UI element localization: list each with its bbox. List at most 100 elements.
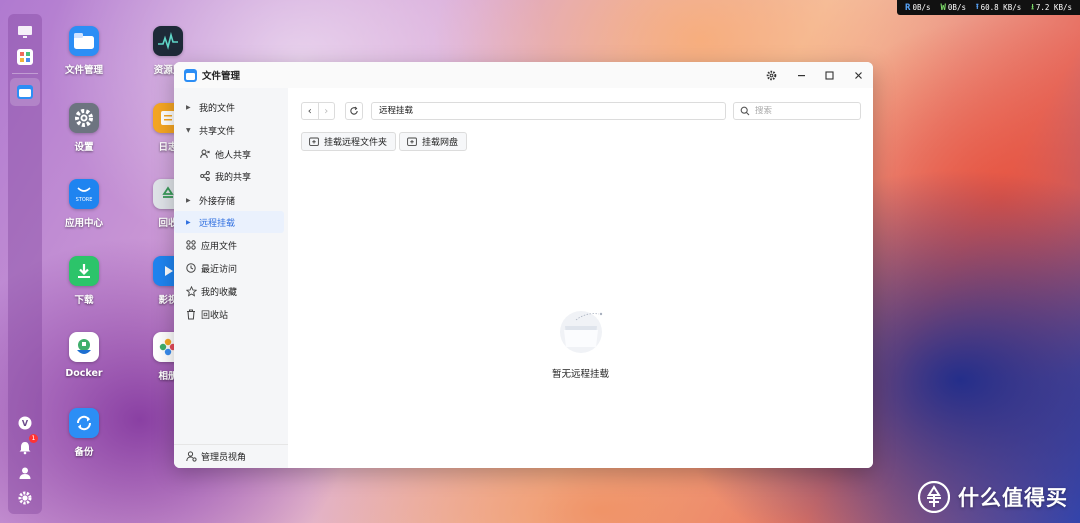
mount-remote-folder-label: 挂载远程文件夹	[324, 138, 388, 148]
sidebar-item-label: 他人共享	[215, 150, 252, 161]
logo-icon[interactable]: V	[15, 413, 35, 433]
write-value: 0B/s	[947, 3, 966, 12]
mount-cloud-drive-label: 挂载网盘	[422, 138, 459, 148]
download-icon	[69, 256, 99, 286]
read-key: R	[905, 2, 911, 13]
sidebar-item-label: 共享文件	[199, 126, 236, 137]
desktop-icon-docker[interactable]: Docker	[52, 332, 116, 379]
sidebar-item-label: 我的文件	[199, 103, 236, 114]
sidebar-item-label: 外接存储	[199, 196, 236, 207]
sidebar-item-trash[interactable]: 回收站	[174, 303, 284, 325]
gear-icon[interactable]	[15, 488, 35, 508]
refresh-icon	[350, 106, 358, 115]
user-icon[interactable]	[15, 463, 35, 483]
desktop-icon-label: Docker	[65, 368, 103, 379]
sidebar-item-label: 应用文件	[201, 241, 238, 252]
notification-badge: 1	[29, 434, 38, 443]
sidebar-item-app-files[interactable]: 应用文件	[174, 234, 284, 256]
sidebar-item-remote-mount[interactable]: ▶ 远程挂载	[174, 211, 284, 233]
empty-state-text: 暂无远程挂载	[551, 369, 609, 380]
dock-divider	[12, 73, 38, 74]
sidebar-item-external-storage[interactable]: ▶ 外接存储	[174, 189, 284, 211]
store-icon: STORE	[69, 179, 99, 209]
download-arrow-icon: ⭳	[1031, 2, 1034, 11]
backup-icon	[69, 408, 99, 438]
sidebar-item-favorites[interactable]: 我的收藏	[174, 280, 284, 302]
maximize-icon[interactable]	[822, 68, 836, 82]
star-icon	[184, 285, 198, 297]
sidebar-item-label: 我的共享	[215, 172, 252, 183]
desktop-icon-label: 设置	[74, 142, 94, 153]
network-status-bar: R 0B/s W 0B/s ⭱ 60.8 KB/s ⭳ 7.2 KB/s	[897, 0, 1080, 15]
watermark-logo-icon	[918, 481, 950, 513]
back-button[interactable]: ‹	[302, 103, 318, 119]
window-titlebar[interactable]: 文件管理	[174, 62, 873, 88]
add-folder-icon	[407, 137, 417, 146]
caret-right-icon: ▶	[186, 196, 191, 204]
desktop-icon-file-manager[interactable]: 文件管理	[52, 26, 116, 76]
settings-icon[interactable]	[764, 68, 778, 82]
watermark-text: 什么值得买	[958, 486, 1068, 510]
desktop-icon-label: 应用中心	[64, 218, 103, 229]
sidebar-item-shared-files[interactable]: ▼ 共享文件	[174, 119, 284, 141]
refresh-button[interactable]	[345, 102, 363, 120]
share-icon	[198, 171, 212, 181]
sidebar-item-label: 最近访问	[201, 264, 238, 275]
mount-remote-folder-button[interactable]: 挂载远程文件夹	[301, 132, 397, 151]
desktop-icon-label: 下载	[74, 295, 94, 306]
caret-right-icon: ▶	[186, 218, 191, 226]
app-grid-icon[interactable]	[15, 47, 35, 67]
close-icon[interactable]	[851, 68, 865, 82]
file-manager-icon	[184, 68, 197, 82]
left-dock: V 1	[8, 14, 42, 514]
file-manager-window: 文件管理 ▶ 我的文件 ▼ 共享文件 他人共享 我的共享 ▶ 外接存储 ▶ 远程…	[174, 62, 873, 468]
watermark: 什么值得买	[918, 481, 1068, 513]
trash-icon	[184, 309, 198, 320]
download-speed: ⭳ 7.2 KB/s	[1031, 1, 1072, 14]
search-box[interactable]	[733, 102, 861, 120]
main-content: ‹ › 远程挂载 挂载远程文件夹 挂载网盘	[288, 88, 873, 468]
monitor-chart-icon	[153, 26, 183, 56]
sidebar-item-recent[interactable]: 最近访问	[174, 257, 284, 279]
desktop-icon-backup[interactable]: 备份	[52, 408, 116, 458]
history-nav: ‹ ›	[301, 102, 335, 120]
monitor-icon[interactable]	[15, 22, 35, 42]
search-icon	[740, 106, 750, 116]
desktop-icon-label: 备份	[74, 447, 94, 458]
desktop-icon-download[interactable]: 下载	[52, 256, 116, 306]
caret-down-icon: ▼	[186, 126, 191, 134]
sidebar-item-my-shares[interactable]: 我的共享	[174, 165, 284, 187]
admin-view-label: 管理员视角	[201, 453, 247, 463]
docker-icon	[69, 332, 99, 362]
forward-button[interactable]: ›	[317, 103, 335, 119]
upload-arrow-icon: ⭱	[975, 2, 979, 11]
clock-icon	[184, 263, 198, 273]
sidebar: ▶ 我的文件 ▼ 共享文件 他人共享 我的共享 ▶ 外接存储 ▶ 远程挂载 应用…	[174, 88, 288, 468]
add-folder-icon	[309, 137, 319, 146]
file-manager-icon[interactable]	[15, 82, 35, 102]
upload-value: 60.8 KB/s	[980, 3, 1022, 12]
bell-icon[interactable]: 1	[15, 434, 38, 458]
gear-icon	[69, 103, 99, 133]
read-value: 0B/s	[912, 3, 931, 12]
empty-folder-illustration	[556, 306, 606, 356]
search-input[interactable]	[755, 106, 850, 116]
svg-text:V: V	[22, 419, 29, 428]
path-bar[interactable]: 远程挂载	[371, 102, 726, 120]
read-speed: R 0B/s	[905, 3, 930, 13]
sidebar-item-my-files[interactable]: ▶ 我的文件	[174, 96, 284, 118]
admin-view-toggle[interactable]: 管理员视角	[174, 444, 288, 468]
write-key: W	[940, 2, 946, 13]
write-speed: W 0B/s	[941, 3, 966, 13]
sidebar-item-label: 远程挂载	[199, 218, 236, 229]
mount-cloud-drive-button[interactable]: 挂载网盘	[399, 132, 468, 151]
download-value: 7.2 KB/s	[1035, 3, 1072, 12]
sidebar-item-shared-with-me[interactable]: 他人共享	[174, 143, 284, 165]
admin-user-icon	[184, 451, 198, 462]
folder-icon	[69, 26, 99, 56]
desktop-icon-app-center[interactable]: STORE 应用中心	[52, 179, 116, 229]
desktop-icon-label: 文件管理	[64, 65, 103, 76]
upload-speed: ⭱ 60.8 KB/s	[976, 1, 1021, 14]
desktop-icon-settings[interactable]: 设置	[52, 103, 116, 153]
minimize-icon[interactable]	[794, 68, 808, 82]
